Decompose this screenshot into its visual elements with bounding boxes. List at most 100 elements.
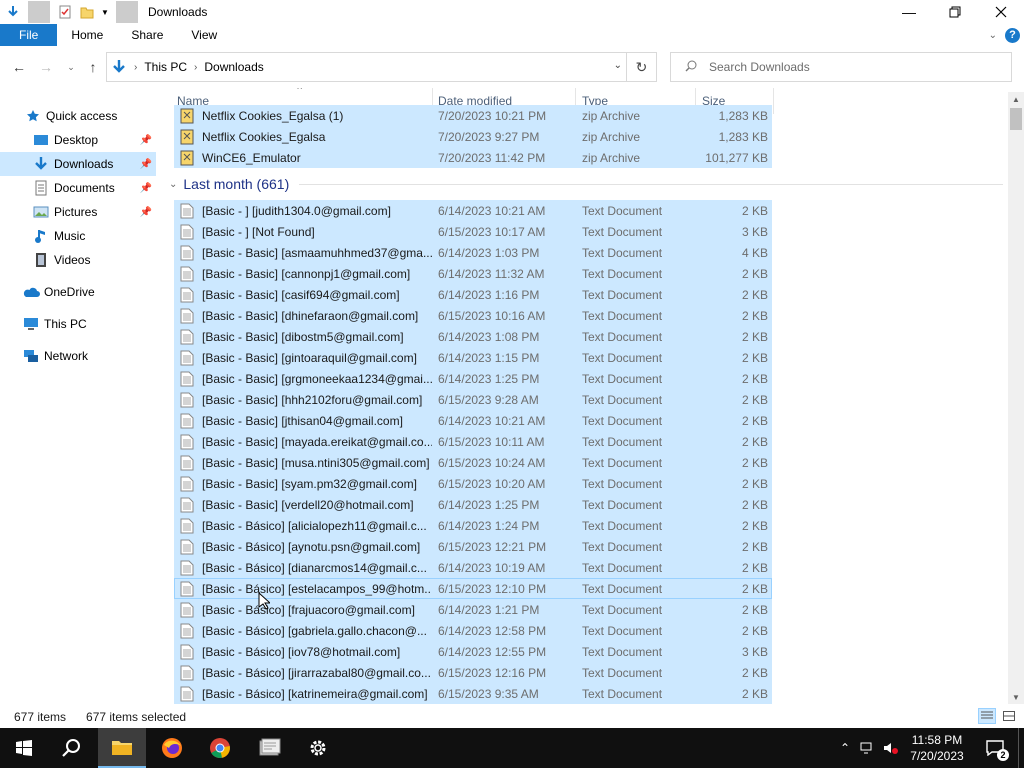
pin-icon[interactable]: 📌: [140, 135, 152, 146]
file-row[interactable]: [Basic - Basic] [asmaamuhhmed37@gma... 6/…: [174, 242, 772, 263]
file-row[interactable]: [Basic - Básico] [aynotu.psn@gmail.com] 6…: [174, 536, 772, 557]
search-input[interactable]: [709, 60, 989, 74]
file-row[interactable]: [Basic - Básico] [alicialopezh11@gmail.c…: [174, 515, 772, 536]
file-name[interactable]: Netflix Cookies_Egalsa (1): [174, 105, 432, 126]
tab-view[interactable]: View: [177, 24, 231, 46]
file-row[interactable]: Netflix Cookies_Egalsa 7/20/2023 9:27 PM z…: [174, 126, 772, 147]
chevron-right-icon[interactable]: ›: [194, 62, 197, 73]
file-name[interactable]: [Basic - Básico] [gabriela.gallo.chacon@…: [174, 620, 432, 641]
scroll-up-icon[interactable]: ▲: [1008, 92, 1024, 106]
nav-item-pictures[interactable]: Pictures 📌: [0, 200, 156, 224]
file-name[interactable]: [Basic - Básico] [dianarcmos14@gmail.c..…: [174, 557, 432, 578]
search-button[interactable]: [48, 728, 96, 768]
file-name[interactable]: [Basic - Básico] [estelacampos_99@hotm..…: [174, 578, 432, 599]
nav-item-this-pc[interactable]: This PC: [0, 312, 156, 336]
volume-muted-icon[interactable]: [880, 741, 902, 755]
maximize-button[interactable]: [932, 0, 978, 24]
file-name[interactable]: [Basic - Básico] [alicialopezh11@gmail.c…: [174, 515, 432, 536]
tab-file[interactable]: File: [0, 24, 58, 46]
vertical-scrollbar[interactable]: ▲ ▼: [1008, 92, 1024, 704]
file-row[interactable]: [Basic - Basic] [grgmoneekaa1234@gmai...…: [174, 368, 772, 389]
file-row[interactable]: [Basic - Basic] [hhh2102foru@gmail.com] 6…: [174, 389, 772, 410]
file-name[interactable]: [Basic - Basic] [grgmoneekaa1234@gmai...: [174, 368, 432, 389]
file-name[interactable]: [Basic - Basic] [dibostm5@gmail.com]: [174, 326, 432, 347]
help-icon[interactable]: ?: [1005, 27, 1020, 43]
breadcrumb-downloads[interactable]: Downloads: [204, 60, 263, 74]
file-row[interactable]: [Basic - Básico] [iov78@hotmail.com] 6/14…: [174, 641, 772, 662]
up-arrow-icon[interactable]: ↑: [84, 58, 102, 76]
close-button[interactable]: [978, 0, 1024, 24]
file-row[interactable]: [Basic - ] [Not Found] 6/15/2023 10:17 AM…: [174, 221, 772, 242]
pin-icon[interactable]: 📌: [140, 159, 152, 170]
file-row[interactable]: [Basic - Basic] [gintoaraquil@gmail.com]…: [174, 347, 772, 368]
file-row[interactable]: [Basic - Básico] [dianarcmos14@gmail.c..…: [174, 557, 772, 578]
taskbar-app[interactable]: [246, 728, 294, 768]
breadcrumb-this-pc[interactable]: This PC: [144, 60, 187, 74]
file-row[interactable]: [Basic - Basic] [dibostm5@gmail.com] 6/14…: [174, 326, 772, 347]
taskbar-clock[interactable]: 11:58 PM 7/20/2023: [902, 732, 972, 764]
tab-home[interactable]: Home: [57, 24, 117, 46]
pin-icon[interactable]: 📌: [140, 183, 152, 194]
file-row[interactable]: Netflix Cookies_Egalsa (1) 7/20/2023 10:2…: [174, 105, 772, 126]
file-row[interactable]: [Basic - Básico] [gabriela.gallo.chacon@…: [174, 620, 772, 641]
nav-item-onedrive[interactable]: OneDrive: [0, 280, 156, 304]
network-status-icon[interactable]: [856, 741, 880, 755]
scroll-thumb[interactable]: [1010, 108, 1022, 130]
nav-item-documents[interactable]: Documents 📌: [0, 176, 156, 200]
file-name[interactable]: [Basic - Basic] [jthisan04@gmail.com]: [174, 410, 432, 431]
chevron-right-icon[interactable]: ›: [134, 62, 137, 73]
refresh-icon[interactable]: ↻: [626, 53, 656, 81]
download-arrow-icon[interactable]: [2, 1, 24, 23]
file-name[interactable]: [Basic - Basic] [musa.ntini305@gmail.com…: [174, 452, 432, 473]
file-name[interactable]: [Basic - Basic] [gintoaraquil@gmail.com]: [174, 347, 432, 368]
file-row[interactable]: [Basic - Básico] [katrinemeira@gmail.com…: [174, 683, 772, 704]
nav-item-videos[interactable]: Videos: [0, 248, 156, 272]
file-name[interactable]: [Basic - Basic] [mayada.ereikat@gmail.co…: [174, 431, 432, 452]
file-row[interactable]: [Basic - Basic] [jthisan04@gmail.com] 6/1…: [174, 410, 772, 431]
customize-dropdown-icon[interactable]: ▼: [98, 1, 112, 23]
file-name[interactable]: WinCE6_Emulator: [174, 147, 432, 168]
file-row[interactable]: [Basic - Basic] [mayada.ereikat@gmail.co…: [174, 431, 772, 452]
collapse-chevron-icon[interactable]: ⌄: [169, 179, 177, 190]
pin-icon[interactable]: 📌: [140, 207, 152, 218]
file-name[interactable]: [Basic - ] [judith1304.0@gmail.com]: [174, 200, 432, 221]
file-name[interactable]: [Basic - Basic] [hhh2102foru@gmail.com]: [174, 389, 432, 410]
taskbar-file-explorer[interactable]: [98, 728, 146, 768]
file-name[interactable]: [Basic - Básico] [iov78@hotmail.com]: [174, 641, 432, 662]
file-name[interactable]: [Basic - Básico] [katrinemeira@gmail.com…: [174, 683, 432, 704]
file-row[interactable]: [Basic - Basic] [dhinefaraon@gmail.com] 6…: [174, 305, 772, 326]
action-center-icon[interactable]: 2: [972, 740, 1018, 761]
show-hidden-icons-icon[interactable]: ⌃: [834, 741, 856, 755]
file-name[interactable]: [Basic - Básico] [aynotu.psn@gmail.com]: [174, 536, 432, 557]
file-row[interactable]: [Basic - Basic] [cannonpj1@gmail.com] 6/1…: [174, 263, 772, 284]
file-name[interactable]: [Basic - Básico] [jirarrazabal80@gmail.c…: [174, 662, 432, 683]
group-header-last-month[interactable]: ⌄ Last month (661): [167, 173, 1003, 195]
file-name[interactable]: [Basic - Basic] [casif694@gmail.com]: [174, 284, 432, 305]
tab-share[interactable]: Share: [117, 24, 177, 46]
nav-item-quick-access[interactable]: Quick access: [0, 104, 156, 128]
taskbar-firefox[interactable]: [148, 728, 196, 768]
nav-item-desktop[interactable]: Desktop 📌: [0, 128, 156, 152]
file-name[interactable]: [Basic - Basic] [verdell20@hotmail.com]: [174, 494, 432, 515]
file-name[interactable]: Netflix Cookies_Egalsa: [174, 126, 432, 147]
details-view-icon[interactable]: [978, 708, 996, 724]
file-row[interactable]: [Basic - Basic] [musa.ntini305@gmail.com…: [174, 452, 772, 473]
large-icons-view-icon[interactable]: [1000, 708, 1018, 724]
new-folder-icon[interactable]: [76, 1, 98, 23]
file-name[interactable]: [Basic - ] [Not Found]: [174, 221, 432, 242]
address-dropdown-icon[interactable]: ⌄: [614, 60, 622, 71]
recent-locations-icon[interactable]: ⌄: [62, 58, 80, 76]
file-row[interactable]: [Basic - Basic] [syam.pm32@gmail.com] 6/1…: [174, 473, 772, 494]
file-name[interactable]: [Basic - Basic] [syam.pm32@gmail.com]: [174, 473, 432, 494]
properties-icon[interactable]: [54, 1, 76, 23]
nav-item-music[interactable]: Music: [0, 224, 156, 248]
file-name[interactable]: [Basic - Basic] [cannonpj1@gmail.com]: [174, 263, 432, 284]
file-row[interactable]: [Basic - Basic] [casif694@gmail.com] 6/14…: [174, 284, 772, 305]
taskbar-chrome[interactable]: [196, 728, 244, 768]
scroll-down-icon[interactable]: ▼: [1008, 690, 1024, 704]
search-box[interactable]: [670, 52, 1012, 82]
file-row[interactable]: [Basic - Basic] [verdell20@hotmail.com] 6…: [174, 494, 772, 515]
show-desktop-button[interactable]: [1018, 728, 1024, 768]
file-row[interactable]: [Basic - Básico] [jirarrazabal80@gmail.c…: [174, 662, 772, 683]
expand-ribbon-icon[interactable]: ⌄: [989, 30, 997, 41]
